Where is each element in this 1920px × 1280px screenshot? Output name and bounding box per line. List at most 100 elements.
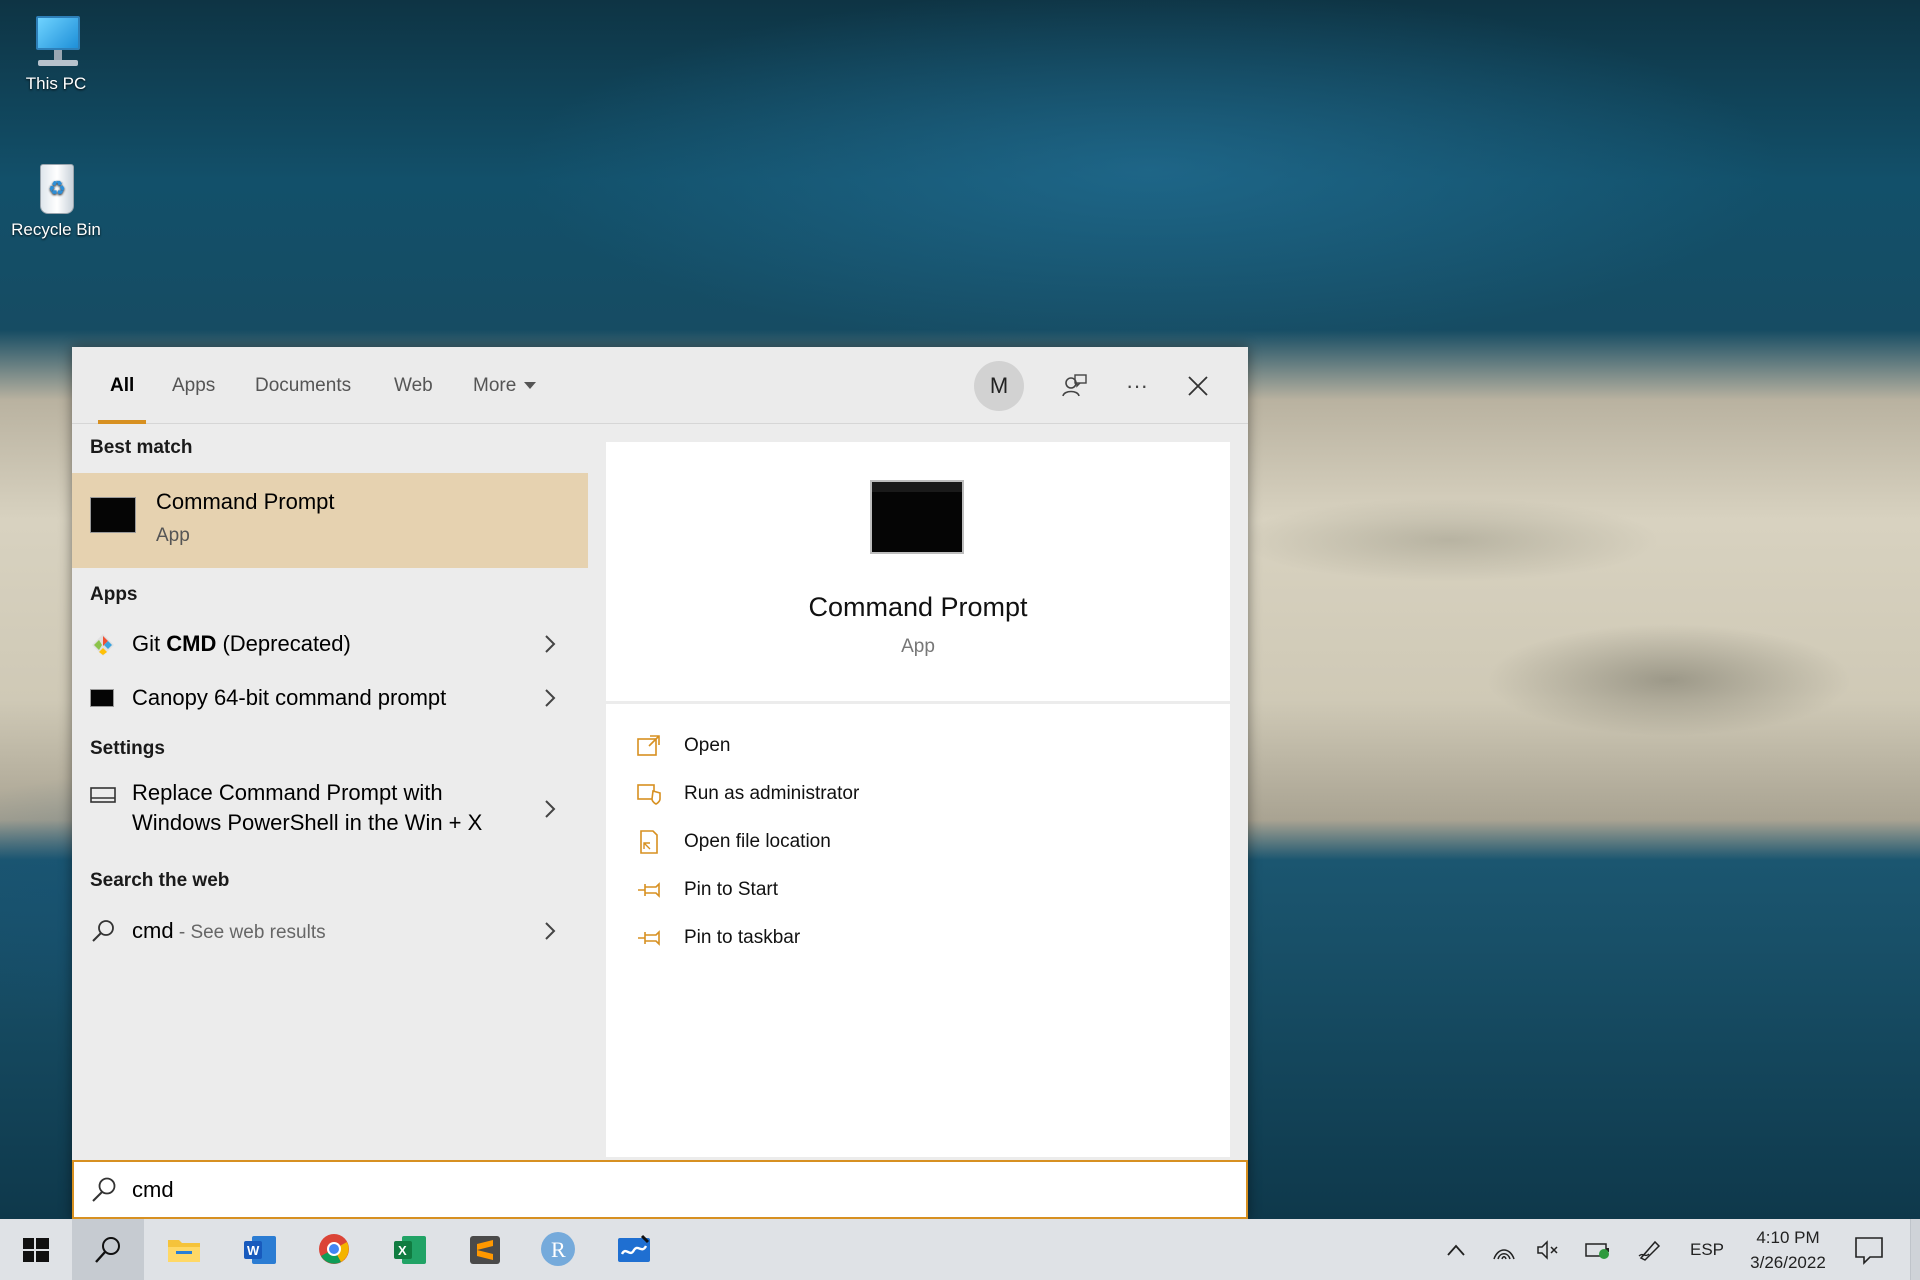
pin-icon [638,930,660,946]
clock-time: 4:10 PM [1756,1228,1820,1247]
result-git-cmd[interactable]: Git CMD (Deprecated) [72,620,588,668]
pin-icon [638,882,660,898]
tab-more[interactable]: More [473,347,537,424]
taskbar-whiteboard[interactable] [598,1219,670,1280]
tab-more-label: More [473,375,517,396]
shield-icon [637,784,661,805]
section-apps: Apps [90,584,138,605]
search-icon [92,920,114,942]
search-tabbar: All Apps Documents Web More M ··· [72,347,1248,424]
wifi-icon [1493,1249,1515,1260]
result-web-search[interactable]: cmd - See web results [72,906,588,956]
close-icon [1188,376,1208,396]
taskbar-r[interactable]: R [522,1219,594,1280]
feedback-button[interactable] [1054,366,1094,406]
more-options-button[interactable]: ··· [1117,366,1157,406]
clock[interactable]: 4:10 PM 3/26/2022 [1730,1225,1846,1275]
action-label: Open [684,735,731,756]
result-label-line1: Replace Command Prompt with [132,780,443,805]
computer-icon [26,10,86,70]
start-icon [23,1238,49,1262]
volume-button[interactable] [1532,1219,1564,1280]
search-icon [95,1237,120,1263]
taskbar-file-explorer[interactable] [148,1219,220,1280]
taskbar-sublime[interactable] [448,1219,520,1280]
recycle-bin-icon: ♻ [26,156,86,216]
result-label: Replace Command Prompt with Windows Powe… [132,778,482,838]
result-canopy-prompt[interactable]: Canopy 64-bit command prompt [72,674,588,722]
sublime-icon [470,1236,500,1264]
show-desktop-button[interactable] [1910,1219,1920,1280]
search-icon [92,1177,116,1202]
wallpaper-shade [1249,420,1920,840]
svg-text:W: W [247,1243,260,1258]
search-input[interactable] [132,1170,1212,1210]
battery-button[interactable] [1580,1219,1616,1280]
git-icon [92,634,114,656]
whiteboard-icon [618,1234,650,1262]
taskbar-chrome[interactable] [298,1219,370,1280]
chevron-up-icon [1447,1244,1465,1256]
chevron-right-icon [545,800,556,818]
result-label: Git CMD (Deprecated) [132,629,351,659]
feedback-icon [1062,374,1087,397]
preview-pane: Command Prompt App Open Run as administr… [606,442,1230,1157]
preview-subtitle: App [901,636,935,657]
desktop-icon-recycle-bin[interactable]: ♻ Recycle Bin [1,156,111,240]
search-panel: All Apps Documents Web More M ··· Best m… [72,347,1248,1219]
svg-text:X: X [398,1243,407,1258]
clock-date: 3/26/2022 [1750,1253,1826,1272]
r-icon: R [541,1232,575,1266]
result-label-line2: Windows PowerShell in the Win + X [132,810,483,835]
command-prompt-icon [870,480,964,554]
taskbar: W X R ESP 4:10 PM 3/26/2022 [0,1219,1920,1280]
taskbar-word[interactable]: W [222,1219,294,1280]
input-language-button[interactable]: ESP [1682,1219,1732,1280]
taskbar-search-button[interactable] [72,1219,144,1280]
action-label: Pin to Start [684,879,778,900]
chevron-right-icon [545,635,556,653]
result-label: Canopy 64-bit command prompt [132,685,447,710]
open-icon [637,735,660,756]
section-search-web: Search the web [90,870,230,891]
section-settings: Settings [90,738,165,759]
excel-icon: X [394,1236,426,1264]
action-label: Run as administrator [684,783,860,804]
result-label: cmd - See web results [132,916,326,948]
best-match-subtitle: App [156,525,190,546]
preview-header: Command Prompt App [606,442,1230,704]
user-avatar[interactable]: M [974,361,1024,411]
show-hidden-icons-button[interactable] [1440,1219,1472,1280]
ellipsis-icon: ··· [1126,373,1148,398]
tab-web[interactable]: Web [394,347,433,424]
pen-icon [1638,1240,1661,1261]
network-button[interactable] [1488,1219,1520,1280]
result-replace-command-prompt[interactable]: Replace Command Prompt with Windows Powe… [72,774,588,844]
search-box [72,1160,1248,1219]
tab-apps[interactable]: Apps [172,347,215,424]
pen-button[interactable] [1632,1219,1668,1280]
close-button[interactable] [1178,366,1218,406]
command-prompt-icon [90,497,136,533]
caret-down-icon [524,382,537,390]
start-button[interactable] [0,1219,72,1280]
notification-icon[interactable] [1852,1233,1886,1267]
desktop-icon-this-pc[interactable]: This PC [1,10,111,94]
settings-display-icon [90,787,116,803]
web-subtext: - See web results [173,922,326,943]
best-match-title: Command Prompt [156,489,335,514]
best-match-item[interactable]: Command Prompt App [72,473,588,568]
preview-title: Command Prompt [808,592,1028,622]
desktop-icon-label: This PC [25,74,87,93]
battery-icon [1585,1243,1609,1259]
results-pane: Best match Command Prompt App Apps Git C… [72,424,588,1157]
tab-all[interactable]: All [97,347,147,424]
word-icon: W [244,1236,276,1264]
result-label-bold: CMD [166,631,217,656]
volume-muted-icon [1537,1240,1558,1260]
taskbar-excel[interactable]: X [372,1219,444,1280]
chevron-right-icon [545,922,556,940]
tab-documents[interactable]: Documents [255,347,351,424]
file-explorer-icon [168,1240,200,1262]
chevron-right-icon [545,689,556,707]
